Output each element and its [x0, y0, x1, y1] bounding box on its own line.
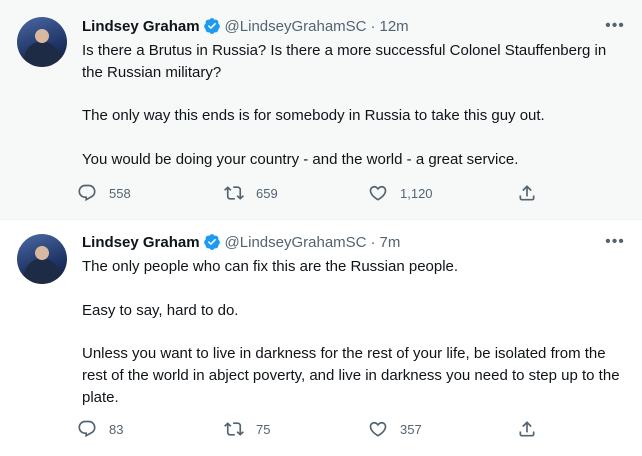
- avatar[interactable]: [17, 17, 67, 67]
- separator-dot: ·: [370, 17, 376, 35]
- tweet-text: The only people who can fix this are the…: [82, 256, 627, 409]
- like-icon: [369, 421, 387, 437]
- like-count: 357: [400, 421, 422, 437]
- tweet-paragraph: Is there a Brutus in Russia? Is there a …: [82, 42, 607, 81]
- reply-count: 558: [109, 185, 131, 201]
- retweet-button[interactable]: 75: [224, 419, 270, 439]
- reply-icon: [78, 184, 96, 202]
- tweet-1[interactable]: Lindsey Graham @LindseyGrahamSC · 12m ••…: [0, 0, 642, 219]
- tweet-2[interactable]: Lindsey Graham @LindseyGrahamSC · 7m •••…: [0, 219, 642, 456]
- like-icon: [369, 185, 387, 201]
- like-button[interactable]: 1,120: [368, 183, 433, 203]
- tweet-paragraph: The only way this ends is for somebody i…: [82, 107, 545, 125]
- reply-button[interactable]: 558: [77, 183, 131, 203]
- retweet-count: 659: [256, 185, 278, 201]
- tweet-paragraph: You would be doing your country - and th…: [82, 150, 519, 168]
- tweet-actions: 558 659 1,120: [77, 183, 557, 207]
- tweet-paragraph: Unless you want to live in darkness for …: [82, 345, 620, 406]
- verified-badge-icon: [203, 234, 220, 250]
- share-icon: [519, 421, 535, 437]
- author-handle[interactable]: @LindseyGrahamSC: [225, 18, 367, 35]
- retweet-icon: [224, 186, 244, 200]
- share-icon: [519, 185, 535, 201]
- avatar[interactable]: [17, 234, 67, 284]
- share-button[interactable]: [517, 419, 549, 439]
- author-name[interactable]: Lindsey Graham: [82, 234, 200, 251]
- retweet-icon: [224, 422, 244, 436]
- more-options-icon[interactable]: •••: [605, 18, 625, 39]
- separator-dot: ·: [370, 233, 376, 251]
- retweet-button[interactable]: 659: [224, 183, 278, 203]
- more-options-icon[interactable]: •••: [605, 234, 625, 255]
- author-handle[interactable]: @LindseyGrahamSC: [225, 234, 367, 251]
- like-count: 1,120: [400, 185, 433, 201]
- tweet-actions: 83 75 357: [77, 419, 557, 443]
- timestamp[interactable]: 12m: [380, 18, 409, 35]
- tweet-header: Lindsey Graham @LindseyGrahamSC · 7m: [82, 233, 400, 251]
- reply-count: 83: [109, 421, 124, 437]
- tweet-paragraph: Easy to say, hard to do.: [82, 301, 239, 319]
- share-button[interactable]: [517, 183, 549, 203]
- timestamp[interactable]: 7m: [380, 234, 401, 251]
- author-name[interactable]: Lindsey Graham: [82, 18, 200, 35]
- tweet-header: Lindsey Graham @LindseyGrahamSC · 12m: [82, 17, 409, 35]
- verified-badge-icon: [203, 18, 220, 34]
- reply-icon: [78, 420, 96, 438]
- retweet-count: 75: [256, 421, 271, 437]
- tweet-text: Is there a Brutus in Russia? Is there a …: [82, 40, 627, 171]
- tweet-paragraph: The only people who can fix this are the…: [82, 258, 459, 275]
- reply-button[interactable]: 83: [77, 419, 123, 439]
- like-button[interactable]: 357: [368, 419, 422, 439]
